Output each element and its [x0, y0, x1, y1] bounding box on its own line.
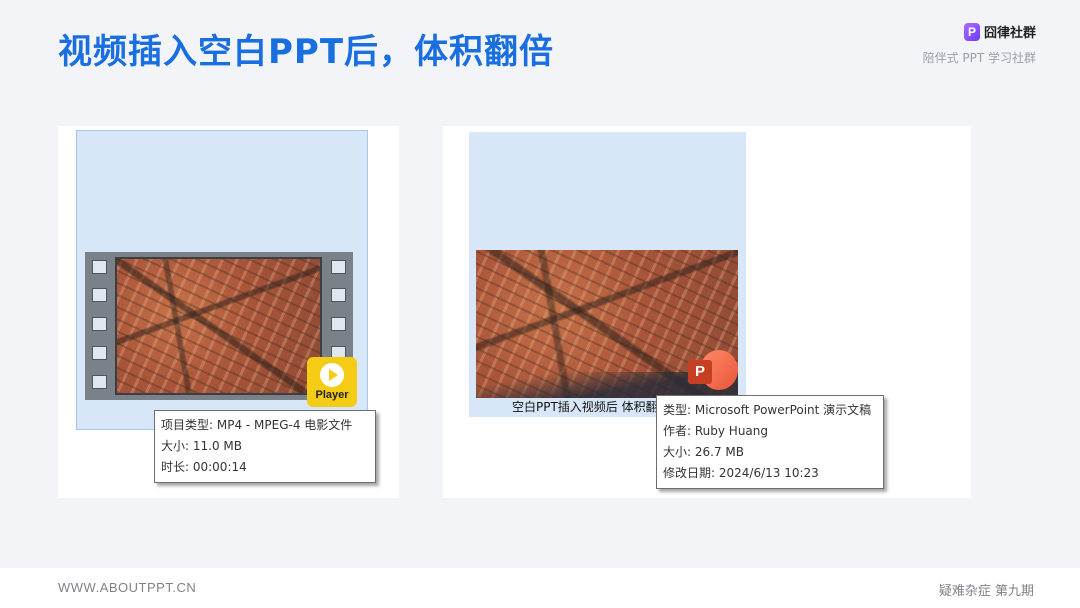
brand-subtitle: 陪伴式 PPT 学习社群 — [922, 51, 1036, 65]
play-icon — [320, 363, 344, 387]
tooltip-file-size: 大小: 11.0 MB — [161, 439, 242, 453]
footer-bar: WWW.ABOUTPPT.CN 疑难杂症 第九期 — [0, 568, 1080, 608]
film-sprocket — [92, 317, 107, 331]
footer-issue: 疑难杂症 第九期 — [938, 584, 1034, 599]
film-sprocket — [92, 260, 107, 274]
ppt-file-tooltip: 类型: Microsoft PowerPoint 演示文稿 作者: Ruby H… — [656, 395, 884, 489]
tooltip-author: 作者: Ruby Huang — [663, 424, 769, 438]
video-file-tooltip: 项目类型: MP4 - MPEG-4 电影文件 大小: 11.0 MB 时长: … — [154, 410, 376, 483]
powerpoint-icon-letter: P — [688, 360, 712, 384]
page-title: 视频插入空白PPT后，体积翻倍 — [58, 32, 555, 72]
film-sprocket — [331, 317, 346, 331]
footer-url: WWW.ABOUTPPT.CN — [58, 580, 197, 595]
brand: P 囧律社群 陪伴式 PPT 学习社群 — [923, 22, 1036, 66]
tooltip-duration: 时长: 00:00:14 — [161, 460, 247, 474]
film-sprocket — [92, 288, 107, 302]
tooltip-file-type: 项目类型: MP4 - MPEG-4 电影文件 — [161, 418, 353, 432]
aerial-city-image — [117, 259, 320, 393]
tooltip-file-type: 类型: Microsoft PowerPoint 演示文稿 — [663, 403, 872, 417]
video-frame-image — [115, 257, 322, 395]
powerpoint-icon: P — [688, 350, 738, 392]
player-label: Player — [315, 389, 349, 401]
player-app-icon: Player — [307, 357, 357, 407]
brand-logo-icon: P — [963, 22, 980, 41]
film-sprocket — [331, 288, 346, 302]
film-sprocket — [92, 375, 107, 389]
film-sprocket — [331, 260, 346, 274]
tooltip-file-size: 大小: 26.7 MB — [663, 445, 744, 459]
film-sprocket — [92, 346, 107, 360]
brand-name: 囧律社群 — [983, 26, 1036, 41]
tooltip-modified-date: 修改日期: 2024/6/13 10:23 — [663, 466, 819, 480]
brand-logo: P 囧律社群 — [923, 22, 1036, 41]
